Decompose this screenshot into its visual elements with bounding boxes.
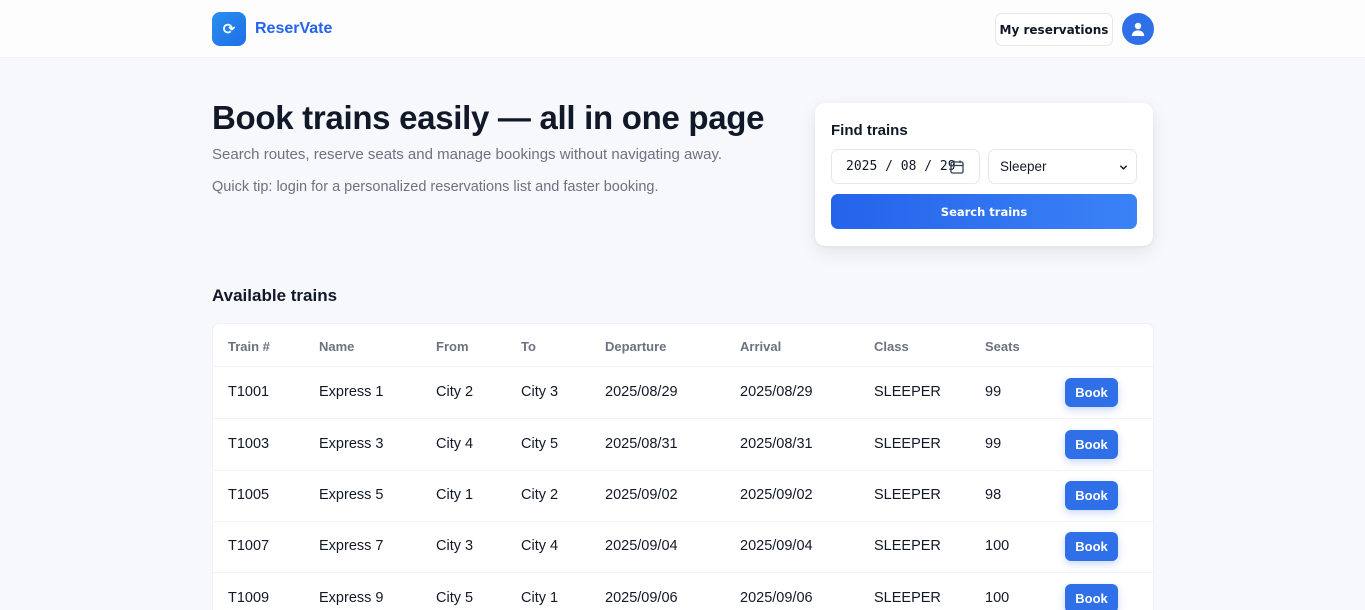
departure-cell: 2025/08/29 (605, 384, 678, 400)
find-trains-card: Find trains 2025 / 08 / 29 Sleeper Searc… (815, 103, 1153, 246)
book-button[interactable]: Book (1065, 378, 1118, 407)
arrival-cell: 2025/08/29 (740, 384, 813, 400)
table-row: T1009 Express 9 City 5 City 1 2025/09/06… (213, 573, 1153, 610)
table-row: T1003 Express 3 City 4 City 5 2025/08/31… (213, 419, 1153, 471)
table-header: Train # Name From To Departure Arrival C… (213, 324, 1153, 367)
book-button[interactable]: Book (1065, 481, 1118, 510)
class-cell: SLEEPER (874, 436, 941, 452)
to-cell: City 4 (521, 538, 559, 554)
from-cell: City 2 (436, 384, 474, 400)
train-number-cell: T1001 (228, 384, 270, 400)
to-cell: City 1 (521, 590, 559, 606)
train-name-cell: Express 7 (319, 538, 384, 554)
train-name-cell: Express 1 (319, 384, 384, 400)
seats-cell: 100 (985, 590, 1010, 606)
class-cell: SLEEPER (874, 590, 941, 606)
class-select[interactable]: Sleeper (988, 149, 1137, 184)
find-trains-title: Find trains (831, 122, 908, 139)
brand-name: ReserVate (255, 20, 333, 37)
quick-tip: Quick tip: login for a personalized rese… (212, 179, 659, 195)
my-reservations-button[interactable]: My reservations (995, 13, 1113, 46)
arrival-cell: 2025/08/31 (740, 436, 813, 452)
train-name-cell: Express 3 (319, 436, 384, 452)
train-number-cell: T1003 (228, 436, 270, 452)
refresh-icon: ⟳ (212, 12, 246, 46)
seats-cell: 98 (985, 487, 1002, 503)
date-value: 2025 / 08 / 29 (846, 159, 956, 174)
book-button[interactable]: Book (1065, 430, 1118, 459)
seats-cell: 100 (985, 538, 1010, 554)
train-number-cell: T1005 (228, 487, 270, 503)
train-name-cell: Express 9 (319, 590, 384, 606)
date-input[interactable]: 2025 / 08 / 29 (831, 149, 980, 184)
class-cell: SLEEPER (874, 487, 941, 503)
page-subtitle: Search routes, reserve seats and manage … (212, 146, 723, 163)
user-avatar-button[interactable] (1122, 13, 1154, 45)
user-icon (1131, 22, 1145, 36)
table-row: T1005 Express 5 City 1 City 2 2025/09/02… (213, 470, 1153, 522)
departure-cell: 2025/09/04 (605, 538, 678, 554)
to-cell: City 3 (521, 384, 559, 400)
departure-cell: 2025/09/02 (605, 487, 678, 503)
calendar-icon[interactable] (950, 160, 964, 174)
column-header-train-number: Train # (228, 339, 270, 354)
to-cell: City 5 (521, 436, 559, 452)
train-number-cell: T1007 (228, 538, 270, 554)
class-select-value: Sleeper (1000, 159, 1047, 174)
class-cell: SLEEPER (874, 538, 941, 554)
search-trains-button[interactable]: Search trains (831, 194, 1137, 229)
column-header-departure: Departure (605, 339, 667, 354)
available-trains-title: Available trains (212, 286, 338, 305)
table-row: T1001 Express 1 City 2 City 3 2025/08/29… (213, 367, 1153, 419)
book-button[interactable]: Book (1065, 584, 1118, 610)
from-cell: City 5 (436, 590, 474, 606)
arrival-cell: 2025/09/06 (740, 590, 813, 606)
departure-cell: 2025/08/31 (605, 436, 678, 452)
arrival-cell: 2025/09/02 (740, 487, 813, 503)
trains-table: Train # Name From To Departure Arrival C… (212, 323, 1154, 610)
arrival-cell: 2025/09/04 (740, 538, 813, 554)
from-cell: City 1 (436, 487, 474, 503)
chevron-down-icon (1119, 165, 1128, 170)
table-row: T1007 Express 7 City 3 City 4 2025/09/04… (213, 521, 1153, 573)
from-cell: City 3 (436, 538, 474, 554)
column-header-class: Class (874, 339, 909, 354)
seats-cell: 99 (985, 384, 1002, 400)
top-navbar: ⟳ ReserVate My reservations (0, 0, 1365, 58)
from-cell: City 4 (436, 436, 474, 452)
column-header-arrival: Arrival (740, 339, 782, 354)
train-number-cell: T1009 (228, 590, 270, 606)
train-name-cell: Express 5 (319, 487, 384, 503)
class-cell: SLEEPER (874, 384, 941, 400)
book-button[interactable]: Book (1065, 532, 1118, 561)
to-cell: City 2 (521, 487, 559, 503)
page-title: Book trains easily — all in one page (212, 99, 765, 136)
column-header-name: Name (319, 339, 355, 354)
departure-cell: 2025/09/06 (605, 590, 678, 606)
column-header-seats: Seats (985, 339, 1020, 354)
seats-cell: 99 (985, 436, 1002, 452)
brand[interactable]: ⟳ ReserVate (212, 12, 332, 46)
column-header-from: From (436, 339, 469, 354)
column-header-to: To (521, 339, 536, 354)
